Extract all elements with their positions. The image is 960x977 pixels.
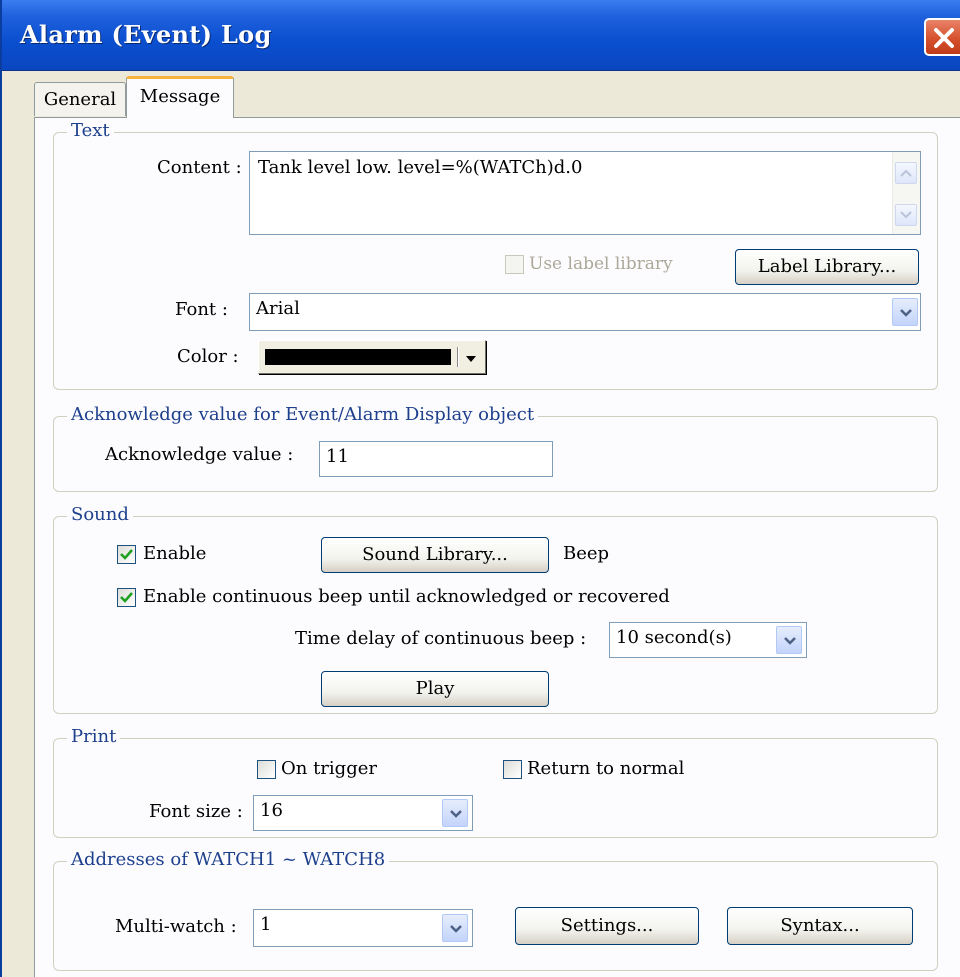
chevron-down-icon bbox=[466, 356, 476, 362]
scroll-up-button[interactable] bbox=[895, 162, 917, 184]
multi-watch-dropdown-button[interactable] bbox=[442, 914, 468, 942]
content-textarea[interactable]: Tank level low. level=%(WATCh)d.0 bbox=[249, 151, 921, 235]
beep-delay-select[interactable]: 10 second(s) bbox=[609, 622, 807, 658]
use-label-library-checkbox[interactable] bbox=[505, 255, 524, 274]
scroll-up-arrow-icon bbox=[900, 169, 912, 177]
sound-group-legend: Sound bbox=[67, 504, 133, 525]
print-group bbox=[53, 738, 938, 838]
multi-watch-label: Multi-watch : bbox=[115, 916, 237, 937]
enable-sound-label: Enable bbox=[143, 543, 207, 564]
font-size-label: Font size : bbox=[149, 801, 243, 822]
dialog-window: Alarm (Event) Log General Message Text C… bbox=[0, 0, 960, 977]
font-size-dropdown-button[interactable] bbox=[442, 799, 468, 827]
watch-settings-button[interactable]: Settings... bbox=[515, 907, 699, 945]
acknowledge-group-legend: Acknowledge value for Event/Alarm Displa… bbox=[67, 404, 539, 425]
content-label: Content : bbox=[157, 157, 242, 178]
content-text: Tank level low. level=%(WATCh)d.0 bbox=[258, 157, 583, 178]
font-select[interactable]: Arial bbox=[249, 293, 921, 331]
chevron-down-icon bbox=[784, 637, 796, 645]
tab-message[interactable]: Message bbox=[126, 76, 234, 118]
print-on-trigger-label: On trigger bbox=[281, 758, 377, 779]
scroll-down-arrow-icon bbox=[900, 211, 912, 219]
chevron-down-icon bbox=[900, 309, 912, 317]
use-label-library-label: Use label library bbox=[529, 254, 673, 274]
play-button[interactable]: Play bbox=[321, 671, 549, 707]
font-select-value: Arial bbox=[256, 298, 300, 319]
content-scrollbar[interactable] bbox=[892, 152, 920, 234]
color-picker-button[interactable] bbox=[258, 340, 486, 374]
scroll-down-button[interactable] bbox=[895, 204, 917, 226]
print-return-normal-checkbox[interactable] bbox=[503, 760, 522, 779]
acknowledge-value-input[interactable]: 11 bbox=[319, 441, 553, 477]
sound-name: Beep bbox=[563, 543, 610, 564]
beep-delay-value: 10 second(s) bbox=[616, 627, 732, 648]
font-size-value: 16 bbox=[260, 800, 283, 821]
multi-watch-value: 1 bbox=[260, 914, 272, 935]
tab-general[interactable]: General bbox=[34, 82, 126, 116]
print-return-normal-label: Return to normal bbox=[527, 758, 685, 779]
title-bar[interactable]: Alarm (Event) Log bbox=[2, 0, 960, 71]
color-separator-highlight bbox=[458, 347, 459, 367]
enable-sound-checkbox[interactable] bbox=[117, 545, 136, 564]
acknowledge-value-label: Acknowledge value : bbox=[105, 444, 294, 465]
font-size-select[interactable]: 16 bbox=[253, 795, 473, 831]
font-label: Font : bbox=[175, 299, 228, 320]
continuous-beep-label: Enable continuous beep until acknowledge… bbox=[143, 586, 670, 607]
chevron-down-icon bbox=[450, 810, 462, 818]
sound-library-button[interactable]: Sound Library... bbox=[321, 537, 549, 573]
print-on-trigger-checkbox[interactable] bbox=[257, 760, 276, 779]
text-group-legend: Text bbox=[67, 120, 114, 141]
beep-delay-label: Time delay of continuous beep : bbox=[295, 628, 587, 649]
watch-addresses-group-legend: Addresses of WATCH1 ~ WATCH8 bbox=[67, 849, 390, 870]
close-button[interactable] bbox=[924, 18, 960, 56]
multi-watch-select[interactable]: 1 bbox=[253, 909, 473, 947]
beep-delay-dropdown-button[interactable] bbox=[776, 626, 802, 654]
color-label: Color : bbox=[177, 346, 239, 367]
syntax-button[interactable]: Syntax... bbox=[727, 907, 913, 945]
window-title: Alarm (Event) Log bbox=[20, 20, 272, 49]
font-dropdown-button[interactable] bbox=[892, 298, 918, 326]
label-library-button[interactable]: Label Library... bbox=[735, 249, 919, 285]
continuous-beep-checkbox[interactable] bbox=[117, 588, 136, 607]
checkmark-icon bbox=[120, 549, 133, 560]
chevron-down-icon bbox=[450, 925, 462, 933]
print-group-legend: Print bbox=[67, 726, 121, 747]
color-swatch bbox=[265, 349, 451, 365]
close-x-icon bbox=[934, 28, 954, 48]
tab-panel-message: Text Content : Tank level low. level=%(W… bbox=[34, 117, 960, 977]
checkmark-icon bbox=[120, 592, 133, 603]
